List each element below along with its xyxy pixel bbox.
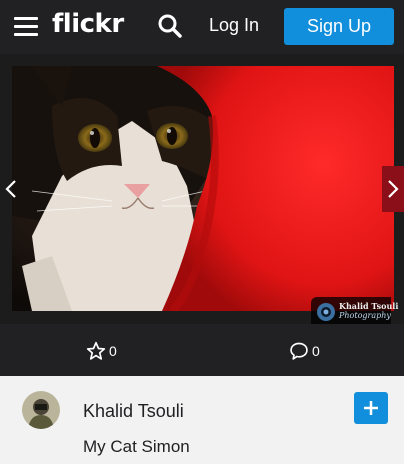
author-avatar[interactable]: [22, 391, 60, 429]
watermark-logo-icon: [317, 303, 335, 321]
photo-title: My Cat Simon: [83, 437, 190, 456]
signup-button[interactable]: Sign Up: [284, 8, 394, 45]
comment-icon: [290, 342, 308, 360]
comment-button[interactable]: 0: [289, 341, 320, 361]
favorites-count: 0: [109, 343, 117, 359]
follow-button[interactable]: [354, 392, 388, 424]
top-nav-bar: flickr Log In Sign Up: [0, 0, 404, 54]
login-link[interactable]: Log In: [209, 15, 259, 36]
flickr-logo[interactable]: flickr: [52, 9, 124, 39]
comments-count: 0: [312, 343, 320, 359]
plus-icon: [364, 401, 378, 415]
star-icon: [86, 341, 106, 360]
author-name[interactable]: Khalid Tsouli: [83, 401, 184, 422]
next-photo-arrow[interactable]: [382, 166, 404, 212]
photographer-watermark: Khalid Tsouli Photography: [311, 297, 398, 327]
main-photo[interactable]: [12, 66, 394, 311]
watermark-subtitle: Photography: [339, 311, 391, 320]
photo-actions-bar: 0 0: [0, 324, 404, 376]
menu-icon[interactable]: [14, 17, 38, 37]
photo-viewer: Khalid Tsouli Photography: [0, 54, 404, 327]
photo-info: Khalid Tsouli My Cat Simon: [0, 376, 404, 464]
watermark-name: Khalid Tsouli: [339, 301, 399, 311]
previous-photo-arrow[interactable]: [0, 166, 22, 212]
chevron-right-icon: [388, 180, 399, 198]
chevron-left-icon: [5, 180, 16, 198]
favorite-button[interactable]: 0: [86, 341, 117, 361]
search-icon[interactable]: [157, 13, 183, 39]
